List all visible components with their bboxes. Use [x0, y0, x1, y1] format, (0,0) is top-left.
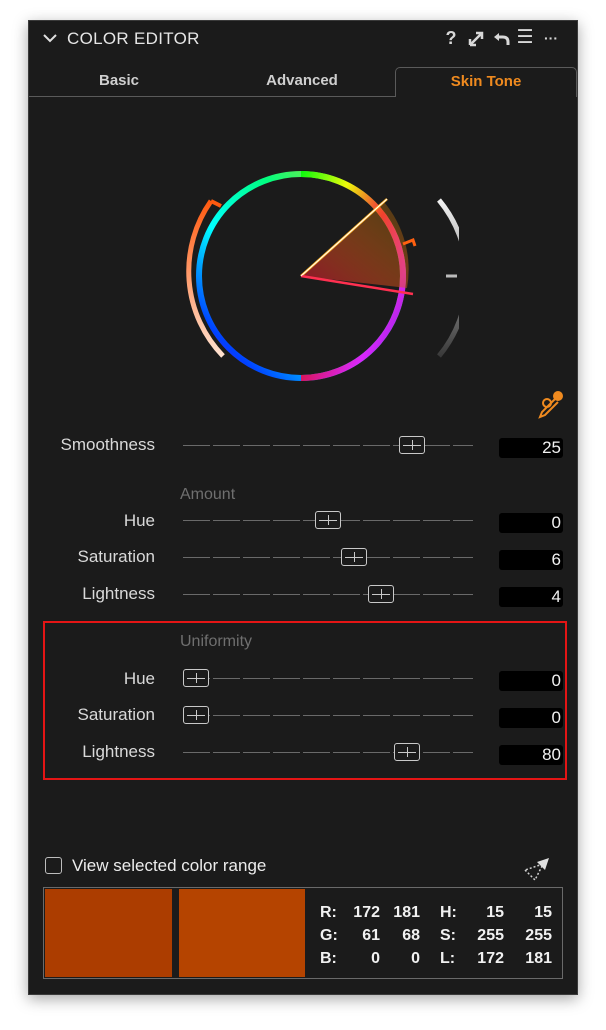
readout-b-key: B:: [320, 950, 337, 967]
view-range-checkbox[interactable]: [45, 857, 62, 874]
readout-b-original: 0: [371, 950, 380, 967]
readout-s-key: S:: [440, 927, 456, 944]
swatch-adjusted: [179, 889, 305, 977]
readout-h-key: H:: [440, 904, 457, 921]
uniformity-lightness-value[interactable]: 80: [499, 745, 563, 765]
amount-hue-label: Hue: [123, 511, 155, 530]
readout-g-original: 61: [362, 927, 380, 944]
amount-saturation-slider[interactable]: [183, 548, 473, 568]
amount-hue-value[interactable]: 0: [499, 513, 563, 533]
tab-basic[interactable]: Basic: [29, 67, 209, 97]
uniformity-hue-slider[interactable]: [183, 669, 473, 689]
slider-thumb[interactable]: [368, 585, 394, 603]
uniformity-heading: Uniformity: [180, 633, 253, 650]
menu-icon[interactable]: ☰: [515, 27, 535, 49]
tab-skin-tone[interactable]: Skin Tone: [395, 67, 577, 97]
amount-hue-slider[interactable]: [183, 511, 473, 531]
readout-r-key: R:: [320, 904, 337, 921]
readout-g-key: G:: [320, 927, 338, 944]
smoothness-value[interactable]: 25: [499, 438, 563, 458]
readout-h-adjusted: 15: [534, 904, 552, 921]
readout-r-original: 172: [353, 904, 380, 921]
uniformity-lightness-slider[interactable]: [183, 743, 473, 763]
tab-bar: Basic Advanced Skin Tone: [29, 67, 577, 97]
readout-s-adjusted: 255: [525, 927, 552, 944]
readout-l-original: 172: [477, 950, 504, 967]
smoothness-label: Smoothness: [60, 435, 156, 454]
lightness-arc[interactable]: [437, 198, 459, 358]
panel-title: COLOR EDITOR: [67, 29, 200, 48]
more-icon[interactable]: ···: [541, 27, 561, 49]
uniformity-lightness-label: Lightness: [82, 742, 155, 761]
panel-title-bar: COLOR EDITOR ? ☰ ···: [29, 21, 577, 57]
readout-r-adjusted: 181: [393, 904, 420, 921]
uniformity-saturation-value[interactable]: 0: [499, 708, 563, 728]
amount-heading: Amount: [180, 486, 236, 503]
amount-saturation-label: Saturation: [77, 547, 156, 566]
amount-lightness-value[interactable]: 4: [499, 587, 563, 607]
selection-range-icon[interactable]: [521, 856, 551, 884]
selection-wedge: [301, 202, 409, 288]
slider-thumb[interactable]: [315, 511, 341, 529]
tab-divider: [29, 96, 395, 97]
slider-thumb[interactable]: [183, 669, 209, 687]
help-icon[interactable]: ?: [441, 27, 461, 49]
view-range-label[interactable]: View selected color range: [72, 856, 266, 876]
uniformity-hue-value[interactable]: 0: [499, 671, 563, 691]
slider-thumb[interactable]: [341, 548, 367, 566]
color-readout: R: 172 181 G: 61 68 B: 0 0 H: 15 15 S: 2…: [43, 887, 563, 979]
expand-icon[interactable]: [466, 27, 486, 49]
slider-thumb[interactable]: [394, 743, 420, 761]
chevron-down-icon[interactable]: [41, 29, 59, 47]
uniformity-saturation-label: Saturation: [77, 705, 156, 724]
eyedropper-icon[interactable]: [534, 389, 566, 421]
uniformity-hue-label: Hue: [123, 669, 155, 688]
amount-saturation-value[interactable]: 6: [499, 550, 563, 570]
readout-l-key: L:: [440, 950, 456, 967]
swatch-original: [45, 889, 172, 977]
uniformity-saturation-slider[interactable]: [183, 706, 473, 726]
readout-l-adjusted: 181: [525, 950, 552, 967]
slider-thumb[interactable]: [399, 436, 425, 454]
color-wheel[interactable]: [159, 166, 459, 386]
amount-lightness-label: Lightness: [82, 584, 155, 603]
readout-b-adjusted: 0: [411, 950, 420, 967]
slider-thumb[interactable]: [183, 706, 209, 724]
readout-h-original: 15: [486, 904, 504, 921]
color-editor-panel: COLOR EDITOR ? ☰ ··· Basic Advanced Skin…: [28, 20, 578, 995]
smoothness-slider[interactable]: [183, 436, 473, 456]
reset-icon[interactable]: [491, 27, 511, 49]
amount-lightness-slider[interactable]: [183, 585, 473, 605]
readout-s-original: 255: [477, 927, 504, 944]
readout-g-adjusted: 68: [402, 927, 420, 944]
tab-advanced[interactable]: Advanced: [211, 67, 393, 97]
